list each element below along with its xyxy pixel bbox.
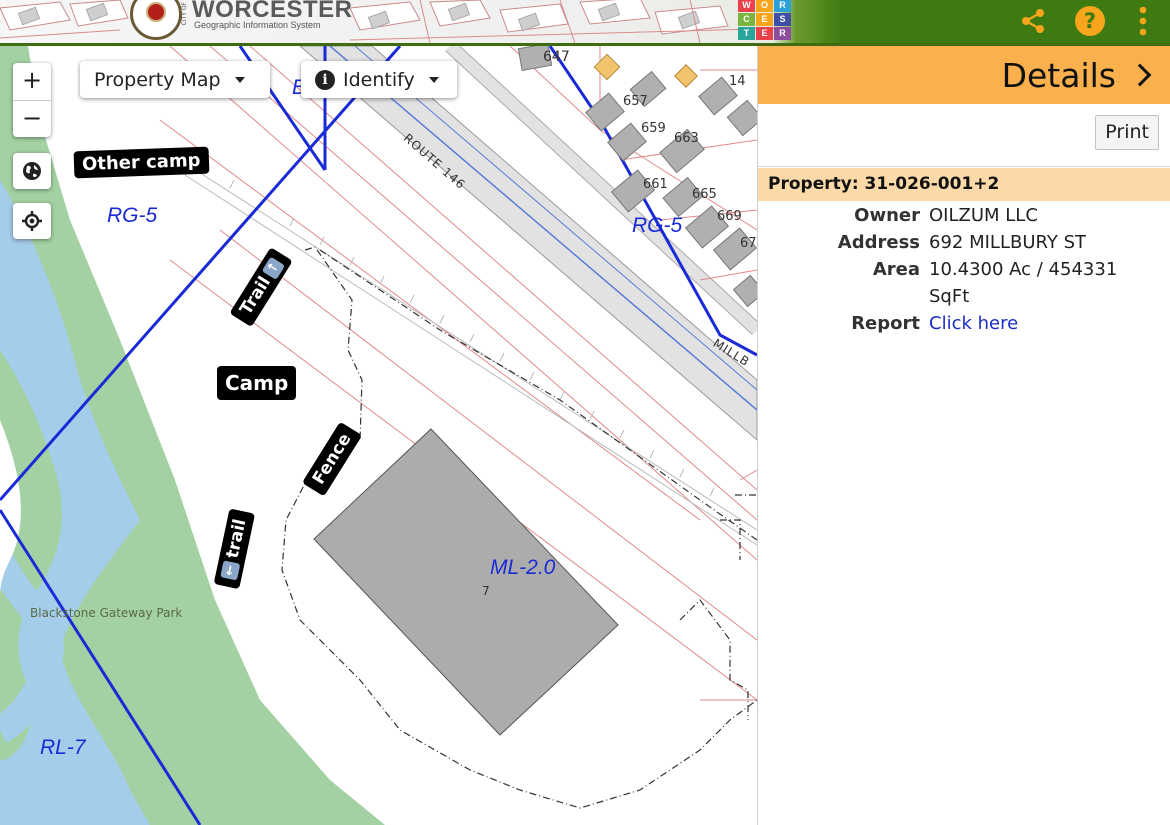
attribute-row: Owner OILZUM LLC: [758, 202, 1170, 229]
parcel-number: 663: [674, 131, 699, 146]
attribute-value: OILZUM LLC: [929, 205, 1038, 226]
zoom-out-button[interactable]: −: [13, 100, 51, 137]
logo-tile: R: [774, 27, 791, 40]
attribute-value: 692 MILLBURY ST: [929, 232, 1086, 253]
dropdown-label: Property Map: [94, 68, 221, 91]
app-header: CITY OF WORCESTER Geographic Information…: [0, 0, 1170, 46]
crosshair-icon: [22, 211, 42, 231]
property-attributes: Owner OILZUM LLC Address 692 MILLBURY ST…: [758, 202, 1170, 337]
park-label: Blackstone Gateway Park: [30, 606, 183, 620]
logo-tile: W: [738, 0, 755, 12]
basemap-globe-button[interactable]: [13, 153, 51, 189]
dropdown-label: Identify: [343, 68, 415, 91]
map-view[interactable]: RG-5 RG-5 ML-2.0 RL-7 B ROUTE 146 MILLB …: [0, 46, 757, 825]
parcel-number: 7: [482, 584, 490, 598]
annotation-camp: Camp: [217, 366, 297, 400]
attribute-row: Address 692 MILLBURY ST: [758, 229, 1170, 256]
details-header[interactable]: Details: [758, 46, 1170, 104]
annotation-label: Camp: [225, 371, 289, 395]
worcester-tile-logo: WORCESTER: [737, 0, 793, 42]
chevron-down-icon: [428, 76, 439, 83]
globe-icon: [23, 162, 41, 180]
report-link[interactable]: Click here: [929, 310, 1129, 337]
divider: [758, 166, 1170, 167]
logo-tile: S: [774, 13, 791, 26]
logo-tile: T: [738, 27, 755, 40]
chevron-right-icon[interactable]: [1128, 63, 1152, 87]
details-panel: Details Print Property: 31-026-001+2 Own…: [757, 46, 1170, 825]
annotation-other-camp: Other camp: [73, 146, 209, 179]
parcel-number: 67: [740, 236, 757, 251]
locate-button[interactable]: [13, 203, 51, 239]
zone-label: RG-5: [107, 204, 158, 227]
attribute-key: Report: [851, 313, 920, 334]
parcel-number: 661: [643, 177, 668, 192]
svg-text:?: ?: [1084, 9, 1096, 33]
logo-tile: O: [756, 0, 773, 12]
logo-tile: C: [738, 13, 755, 26]
header-map-background: [0, 0, 790, 43]
share-icon[interactable]: [1016, 4, 1050, 38]
logo-tile: E: [756, 27, 773, 40]
property-heading: Property: 31-026-001+2: [758, 168, 1170, 201]
zoom-control: + −: [13, 63, 51, 137]
logo-tile: R: [774, 0, 791, 12]
attribute-row: Area 10.4300 Ac / 454331 SqFt: [758, 256, 1170, 310]
parcel-number: 665: [692, 187, 717, 202]
logo-tile: E: [756, 13, 773, 26]
parcel-number: 657: [623, 94, 648, 109]
up-arrow-icon: ↑: [261, 256, 285, 280]
annotation-label: Other camp: [81, 149, 201, 176]
logo-subtitle: Geographic Information System: [194, 20, 321, 30]
parcel-number: 14: [729, 74, 746, 89]
zone-label: RG-5: [632, 214, 683, 237]
attribute-row: Report Click here: [758, 310, 1170, 337]
basemap-dropdown[interactable]: Property Map: [80, 61, 270, 98]
attribute-key: Owner: [854, 205, 920, 226]
zone-label: RL-7: [40, 736, 86, 759]
identify-dropdown[interactable]: i Identify: [301, 61, 457, 98]
zoom-in-button[interactable]: +: [13, 63, 51, 100]
chevron-down-icon: [234, 76, 245, 83]
parcel-number: 647: [543, 49, 570, 65]
attribute-value: 10.4300 Ac / 454331 SqFt: [929, 259, 1118, 307]
annotation-label: trail: [222, 517, 251, 561]
route-146-road: [299, 46, 757, 441]
building-footprint: [313, 428, 619, 736]
parcel-number: 659: [641, 121, 666, 136]
details-title: Details: [1001, 55, 1116, 95]
print-button[interactable]: Print: [1095, 115, 1159, 150]
help-icon[interactable]: ?: [1072, 4, 1108, 38]
left-arrow-icon: ←: [219, 560, 240, 581]
attribute-key: Area: [872, 259, 920, 280]
info-icon: i: [315, 69, 335, 90]
zone-label: ML-2.0: [490, 556, 556, 579]
logo-city-word: CITY OF: [181, 2, 188, 26]
parcel-number: 669: [717, 209, 742, 224]
attribute-key: Address: [837, 232, 920, 253]
more-vertical-icon[interactable]: [1130, 4, 1156, 38]
